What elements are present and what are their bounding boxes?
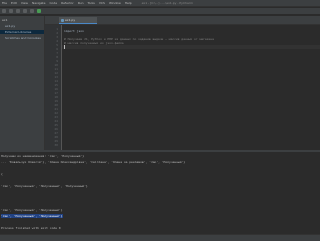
line-number: 30: [54, 143, 58, 147]
tab-ex1[interactable]: ex1.py: [59, 17, 97, 24]
menu-bar: File Edit View Navigate Code Refactor Run Tools…: [0, 0, 320, 7]
code-editor[interactable]: import json # Получаем JS, Python и PHP и…: [62, 25, 320, 150]
tab-label: ex1.py: [65, 18, 76, 22]
menu-item[interactable]: Edit: [11, 1, 17, 5]
console-line: Получаем из наименования: 'Jan', 'Получе…: [1, 154, 85, 158]
console-line: Process finished with exit code 0: [1, 226, 61, 230]
save-icon[interactable]: [9, 9, 13, 13]
menu-item[interactable]: Tools: [87, 1, 94, 5]
sync-icon[interactable]: [16, 9, 20, 13]
project-item[interactable]: ex1.py: [5, 24, 15, 28]
project-panel: ex1 ex1.py External Libraries Scratches …: [0, 16, 45, 150]
forward-icon[interactable]: [30, 9, 34, 13]
run-console[interactable]: Получаем из наименования: 'Jan', 'Получе…: [0, 152, 320, 234]
console-line: 'Jan', 'Полученный', 'Полученный', 'Полу…: [1, 184, 88, 188]
run-icon[interactable]: [37, 9, 41, 13]
console-line: ... 'Ковальчук Олексій'}, 'Олена Олексан…: [1, 160, 186, 164]
menu-item[interactable]: Refactor: [61, 1, 74, 5]
window-title: ex1 - [C:\...] - ...\ex1.py - PyCharm: [141, 1, 193, 5]
project-root[interactable]: ex1: [2, 18, 7, 22]
menu-item[interactable]: File: [2, 1, 7, 5]
toolbar: [0, 8, 320, 15]
menu-item[interactable]: View: [21, 1, 28, 5]
folder-icon[interactable]: [2, 9, 6, 13]
menu-item[interactable]: Run: [78, 1, 84, 5]
code-line: # массив получаемых из json-файла: [64, 41, 124, 45]
menu-item[interactable]: Navigate: [32, 1, 45, 5]
project-item[interactable]: External Libraries: [5, 30, 31, 34]
line-gutter: 1 2 3 4 5 6 7 8 9 10 11 12 13 14 15 16 17 18 19 20 21 22 23 24 2…: [45, 25, 62, 150]
console-line: {: [1, 172, 3, 176]
current-line-highlight: [62, 45, 320, 49]
back-icon[interactable]: [23, 9, 27, 13]
menu-item[interactable]: Window: [109, 1, 121, 5]
console-line: 'Jan', 'Полученный', 'Полученный'}: [1, 208, 63, 212]
editor-tabs: ex1.py: [45, 16, 320, 25]
python-file-icon: [61, 19, 64, 22]
menu-item[interactable]: Code: [49, 1, 57, 5]
code-line: import json: [64, 29, 84, 33]
menu-item[interactable]: Help: [125, 1, 132, 5]
text-cursor: [64, 45, 65, 49]
menu-item[interactable]: VCS: [99, 1, 105, 5]
console-line: 'Jan', 'Полученный', 'Полученный'}: [1, 214, 64, 218]
project-item[interactable]: Scratches and Consoles: [5, 36, 41, 40]
